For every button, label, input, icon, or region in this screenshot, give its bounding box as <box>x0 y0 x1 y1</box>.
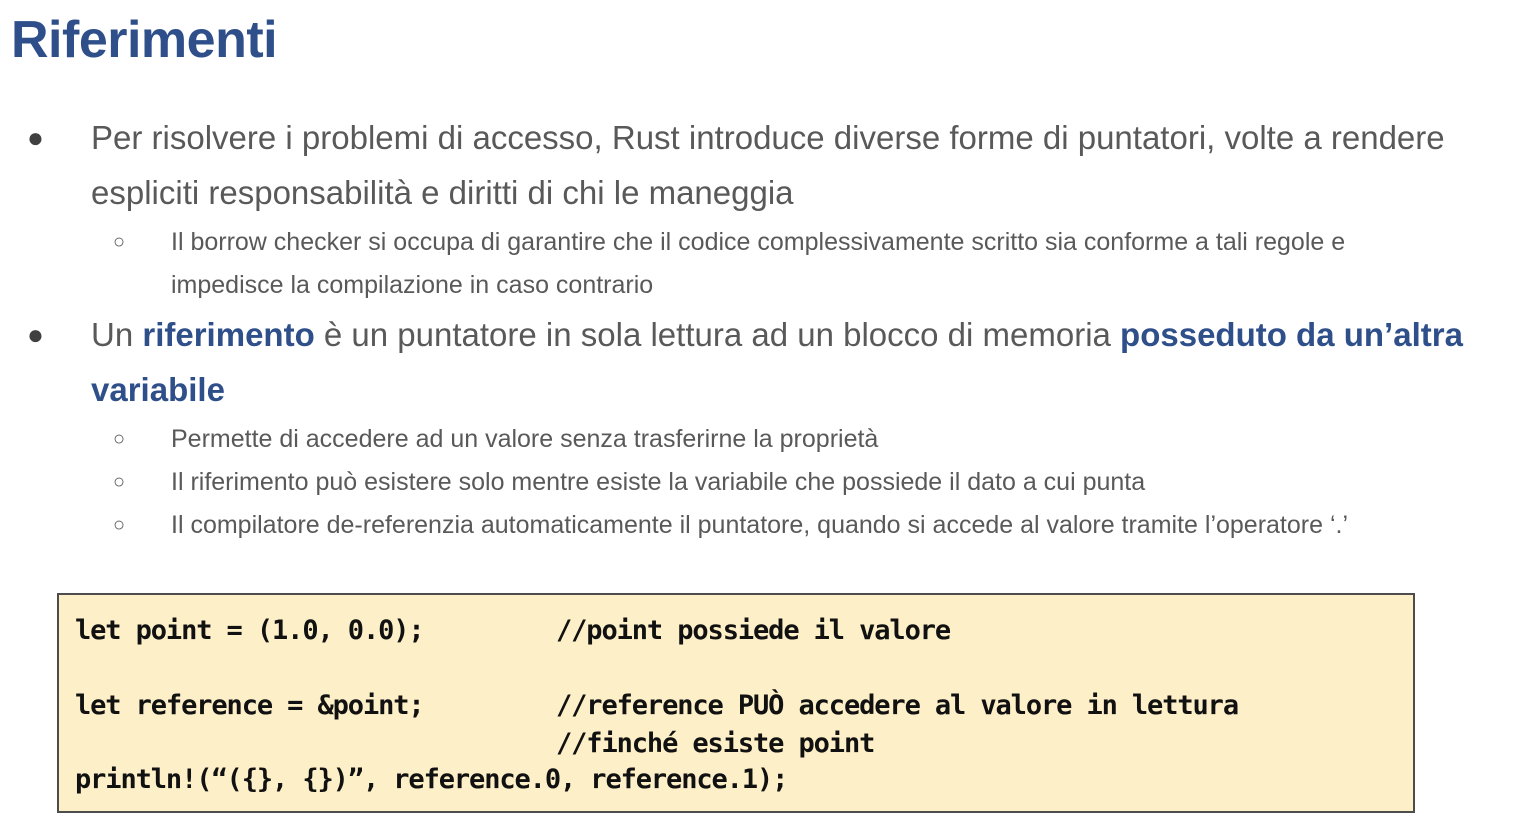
bullet-text-part: è un puntatore in sola lettura ad un blo… <box>314 316 1121 353</box>
subbullet-text: Il compilatore de-referenzia automaticam… <box>171 511 1349 539</box>
subbullet-circle-icon: ○ <box>113 428 126 450</box>
code-line-2: let reference = &point; <box>75 690 425 721</box>
subbullet-borrow-checker: ○ Il borrow checker si occupa di garanti… <box>113 221 1451 307</box>
bullet-text-part: Un <box>91 316 143 353</box>
code-line-4: println!(“({}, {})”, reference.0, refere… <box>75 764 788 795</box>
subbullet-text: Il borrow checker si occupa di garantire… <box>171 228 1346 299</box>
subbullet-text: Permette di accedere ad un valore senza … <box>171 425 879 453</box>
subbullet-auto-deref: ○ Il compilatore de-referenzia automatic… <box>113 504 1451 547</box>
bullet-reference-definition: ● Un riferimento è un puntatore in sola … <box>27 307 1501 417</box>
code-line-1: let point = (1.0, 0.0); <box>75 615 425 646</box>
bullet-access-problems: ● Per risolvere i problemi di accesso, R… <box>27 110 1501 220</box>
code-comment-1: //point possiede il valore <box>556 615 951 646</box>
subbullet-text: Il riferimento può esistere solo mentre … <box>171 468 1146 496</box>
code-comment-3: //finché esiste point <box>556 728 875 759</box>
subbullet-circle-icon: ○ <box>113 471 126 493</box>
subbullet-no-ownership-transfer: ○ Permette di accedere ad un valore senz… <box>113 418 1451 461</box>
keyword-riferimento: riferimento <box>142 316 315 353</box>
bullet-dot-icon: ● <box>27 319 44 350</box>
slide-title: Riferimenti <box>11 11 278 69</box>
code-block: let point = (1.0, 0.0); //point possiede… <box>57 593 1415 813</box>
bullet-text: Per risolvere i problemi di accesso, Rus… <box>91 119 1445 211</box>
subbullet-circle-icon: ○ <box>113 514 126 536</box>
bullet-dot-icon: ● <box>27 122 44 153</box>
subbullet-circle-icon: ○ <box>113 231 126 253</box>
subbullet-lifetime: ○ Il riferimento può esistere solo mentr… <box>113 461 1451 504</box>
code-comment-2: //reference PUÒ accedere al valore in le… <box>556 690 1239 721</box>
